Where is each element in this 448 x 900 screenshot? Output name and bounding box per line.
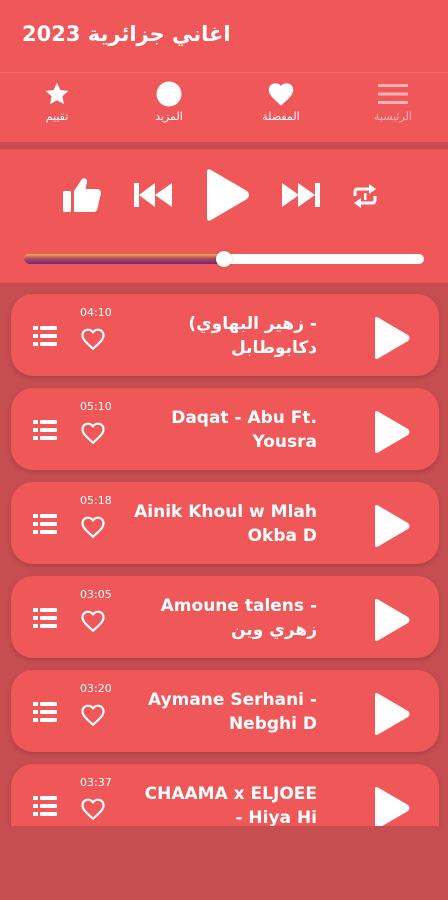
circle-icon [156, 81, 182, 107]
song-item[interactable]: (زهير البهاوي - دكابوطابل 04:10 [11, 294, 439, 376]
heart-icon [268, 83, 294, 106]
play-icon[interactable] [373, 598, 411, 642]
tab-home-label: الرئيسية [374, 110, 412, 123]
tab-favorites-label: المفضلة [262, 110, 300, 123]
heart-outline-icon[interactable] [80, 797, 106, 821]
star-icon [45, 82, 69, 105]
next-icon[interactable] [280, 182, 320, 208]
song-title: Aymane Serhani - Nebghi D [147, 690, 317, 734]
play-icon[interactable] [373, 410, 411, 454]
play-icon[interactable] [203, 168, 251, 222]
playlist-icon[interactable] [32, 606, 58, 630]
song-list: (زهير البهاوي - دكابوطابل 04:10 Daqat - … [0, 284, 448, 826]
like-icon[interactable] [62, 177, 102, 213]
app-title: اغاني جزائرية 2023 [22, 22, 231, 46]
song-item[interactable]: CHAAMA x ELJOEE - Hiya Hi 03:37 [11, 764, 439, 826]
tab-rate[interactable]: تقييم [12, 81, 102, 139]
play-icon[interactable] [373, 504, 411, 548]
playlist-icon[interactable] [32, 418, 58, 442]
progress-fill [24, 254, 224, 264]
song-duration: 05:18 [80, 494, 112, 507]
song-duration: 05:10 [80, 400, 112, 413]
song-item[interactable]: Aymane Serhani - Nebghi D 03:20 [11, 670, 439, 752]
playlist-icon[interactable] [32, 324, 58, 348]
tab-favorites[interactable]: المفضلة [236, 81, 326, 139]
song-item[interactable]: Ainik Khoul w Mlah Okba D 05:18 [11, 482, 439, 564]
tab-more[interactable]: المزيد [124, 81, 214, 139]
song-title: Daqat - Abu Ft. Yousra [171, 408, 317, 452]
tab-more-label: المزيد [155, 110, 183, 123]
song-title: CHAAMA x ELJOEE - Hiya Hi [144, 784, 317, 826]
play-icon[interactable] [373, 786, 411, 826]
playlist-icon[interactable] [32, 794, 58, 818]
song-duration: 03:37 [80, 776, 112, 789]
playlist-icon[interactable] [32, 700, 58, 724]
heart-outline-icon[interactable] [80, 703, 106, 727]
heart-outline-icon[interactable] [80, 327, 106, 351]
menu-icon [378, 84, 408, 104]
heart-outline-icon[interactable] [80, 421, 106, 445]
song-title: Amoune talens - زهري وين [160, 596, 317, 640]
song-duration: 04:10 [80, 306, 112, 319]
app-bar: اغاني جزائرية 2023 [0, 0, 448, 72]
heart-outline-icon[interactable] [80, 609, 106, 633]
playlist-icon[interactable] [32, 512, 58, 536]
song-title: Ainik Khoul w Mlah Okba D [134, 502, 317, 546]
song-item[interactable]: Daqat - Abu Ft. Yousra 05:10 [11, 388, 439, 470]
song-duration: 03:05 [80, 588, 112, 601]
song-duration: 03:20 [80, 682, 112, 695]
tab-bar: الرئيسية المفضلة المزيد تقييم [0, 72, 448, 142]
heart-outline-icon[interactable] [80, 515, 106, 539]
previous-icon[interactable] [134, 182, 174, 208]
song-title: (زهير البهاوي - دكابوطابل [188, 314, 317, 358]
play-icon[interactable] [373, 316, 411, 360]
play-icon[interactable] [373, 692, 411, 736]
tab-home[interactable]: الرئيسية [348, 81, 438, 139]
progress-knob[interactable] [216, 251, 232, 267]
song-item[interactable]: Amoune talens - زهري وين 03:05 [11, 576, 439, 658]
repeat-icon[interactable] [351, 183, 379, 209]
tab-rate-label: تقييم [45, 110, 69, 123]
